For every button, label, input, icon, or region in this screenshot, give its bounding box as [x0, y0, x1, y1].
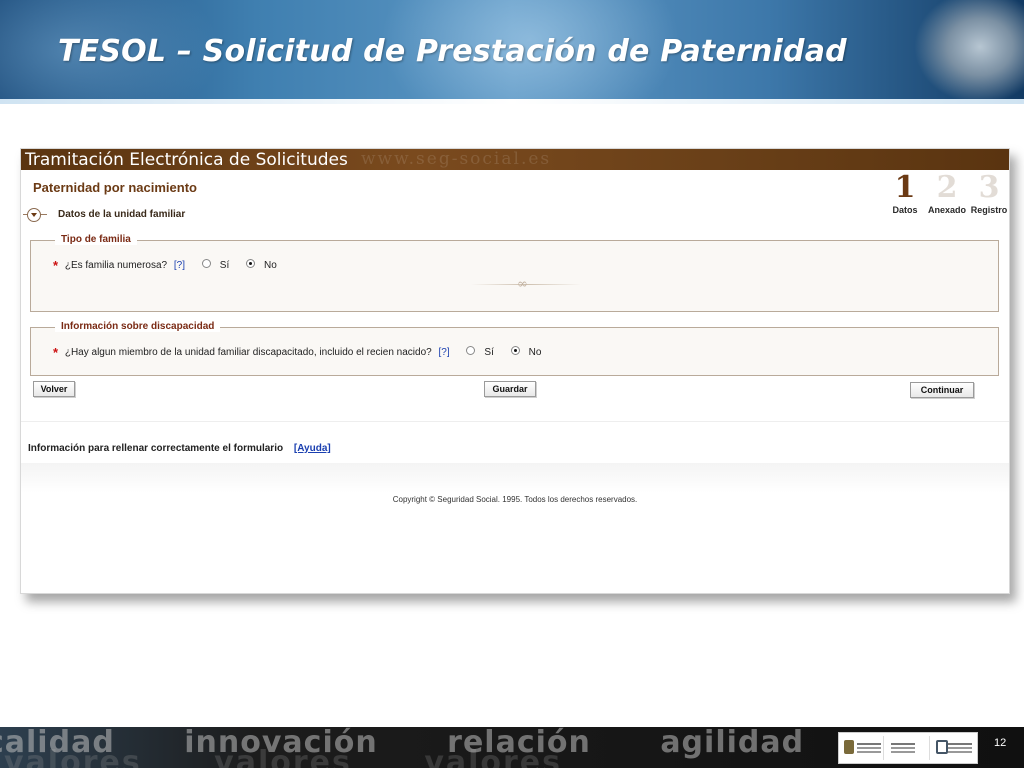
- radio-no[interactable]: [246, 259, 256, 268]
- spain-crest-icon: [842, 736, 885, 760]
- help-link-ayuda[interactable]: [Ayuda]: [294, 443, 331, 454]
- required-mark: *: [53, 345, 59, 360]
- seguridad-social-icon: [933, 736, 974, 760]
- ornament-flourish: ∞: [517, 277, 528, 292]
- radio-si[interactable]: [201, 259, 211, 268]
- radio-no[interactable]: [510, 346, 520, 355]
- banner-watermark: www.seg-social.es: [361, 149, 552, 169]
- step-number: 3: [978, 170, 1000, 205]
- logo-text-lines: [857, 743, 881, 745]
- footer-word: relación: [447, 727, 591, 760]
- step-registro: 3 Registro: [967, 170, 1009, 221]
- step-label: Anexado: [927, 205, 966, 215]
- footer-word: agilidad: [660, 727, 805, 760]
- ministry-logo: [887, 736, 930, 760]
- info-text: Información para rellenar correctamente …: [28, 443, 331, 454]
- copyright: Copyright © Seguridad Social. 1995. Todo…: [392, 495, 638, 504]
- option-label: Sí: [219, 260, 230, 271]
- section-collapse-icon[interactable]: [23, 208, 47, 222]
- crest-shape: [844, 740, 854, 754]
- option-label: Sí: [484, 347, 494, 358]
- slide-footer: valores valores valores calidad innovaci…: [0, 727, 1024, 768]
- footer-word: calidad: [0, 727, 115, 760]
- help-link[interactable]: [?]: [174, 260, 185, 271]
- slide-title: TESOL – Solicitud de Prestación de Pater…: [58, 34, 847, 69]
- footer-word: innovación: [184, 727, 378, 760]
- ss-mark: [935, 740, 948, 754]
- logo-text-lines: [947, 743, 972, 745]
- option-label: No: [528, 347, 542, 358]
- app-banner: www.seg-social.es Tramitación Electrónic…: [21, 149, 1009, 170]
- radio-si[interactable]: [466, 346, 476, 355]
- question-label: ¿Hay algun miembro de la unidad familiar…: [64, 347, 432, 358]
- logo-text-lines: [891, 743, 916, 745]
- info-bar: Información para rellenar correctamente …: [21, 421, 1009, 465]
- question-label: ¿Es familia numerosa?: [64, 260, 168, 271]
- header-underline: [0, 99, 1024, 104]
- page-heading: Paternidad por nacimiento: [33, 180, 197, 195]
- shade-band: [21, 463, 1009, 493]
- info-label: Información para rellenar correctamente …: [28, 443, 284, 454]
- application-window: www.seg-social.es Tramitación Electrónic…: [20, 148, 1010, 594]
- step-number: 1: [894, 170, 916, 205]
- ornament-divider: ∞: [471, 277, 581, 292]
- step-label: Datos: [892, 205, 918, 215]
- option-label: No: [264, 260, 277, 271]
- app-banner-title: Tramitación Electrónica de Solicitudes: [25, 150, 348, 170]
- section-heading: Datos de la unidad familiar: [58, 209, 186, 220]
- step-datos: 1 Datos: [883, 171, 927, 221]
- save-button[interactable]: Guardar: [484, 381, 536, 397]
- required-mark: *: [53, 258, 59, 273]
- continue-button[interactable]: Continuar: [910, 382, 974, 398]
- statue-image: [914, 0, 1024, 104]
- help-link[interactable]: [?]: [439, 347, 450, 358]
- question-familia-numerosa: * ¿Es familia numerosa? [?] Sí No: [53, 258, 277, 273]
- fieldset-discapacidad: Información sobre discapacidad * ¿Hay al…: [30, 321, 999, 376]
- fieldset-tipo-familia: Tipo de familia * ¿Es familia numerosa? …: [30, 234, 999, 312]
- fieldset-legend: Tipo de familia: [55, 234, 137, 245]
- step-number: 2: [936, 170, 958, 205]
- fieldset-legend: Información sobre discapacidad: [55, 321, 221, 332]
- section-toggle-circle: [27, 208, 41, 222]
- back-button[interactable]: Volver: [33, 381, 75, 397]
- government-logos: [838, 732, 978, 764]
- step-indicator: 1 Datos 2 Anexado 3 Registro: [883, 171, 1009, 221]
- step-label: Registro: [970, 205, 1008, 215]
- question-discapacidad: * ¿Hay algun miembro de la unidad famili…: [53, 345, 541, 360]
- footer-watermark: calidad innovación relación agilidad: [0, 727, 862, 760]
- slide-header: TESOL – Solicitud de Prestación de Pater…: [0, 0, 1024, 104]
- step-anexado: 2 Anexado: [925, 171, 969, 221]
- page-number: 12: [994, 737, 1007, 749]
